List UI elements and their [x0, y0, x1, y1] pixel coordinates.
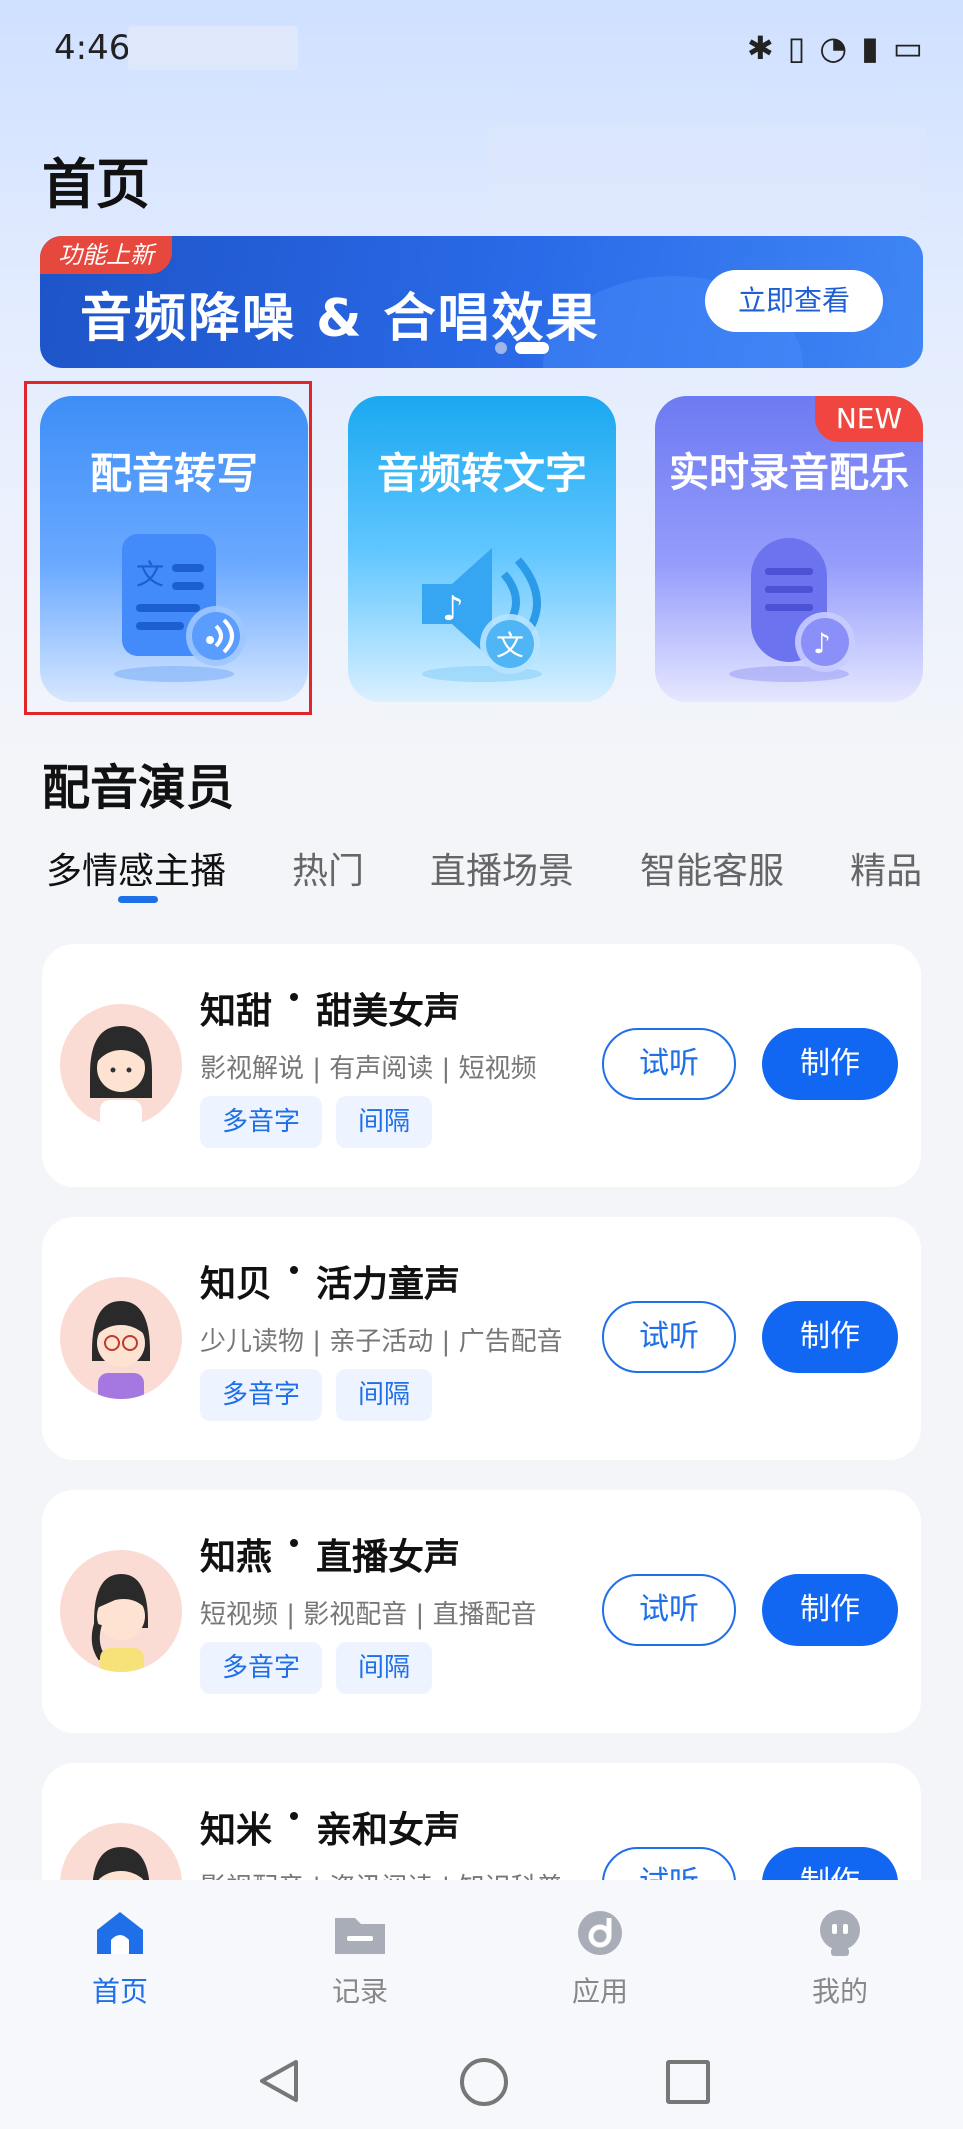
- tabbar-apps[interactable]: 应用: [480, 1880, 720, 2020]
- actor-description: 少儿读物 | 亲子活动 | 广告配音: [200, 1327, 563, 1357]
- folder-icon: [335, 1918, 385, 1954]
- actor-name: 知贝 活力童声: [200, 1264, 461, 1305]
- record-music-icon: ♪: [729, 538, 855, 682]
- tab-premium[interactable]: 精品: [850, 842, 922, 894]
- back-icon[interactable]: [256, 2058, 300, 2104]
- actor-description: 影视解说 | 有声阅读 | 短视频: [200, 1054, 537, 1084]
- tab-indicator: [118, 896, 158, 903]
- tag-polyphonic: 多音字: [200, 1369, 323, 1421]
- actor-name: 知燕 直播女声: [200, 1537, 461, 1578]
- profile-icon: [820, 1910, 860, 1956]
- tab-multi-emotion[interactable]: 多情感主播: [46, 842, 226, 894]
- new-badge: NEW: [815, 396, 923, 442]
- selection-highlight: [24, 381, 312, 715]
- avatar: [60, 1004, 182, 1126]
- tabbar-label: 记录: [331, 1975, 388, 2008]
- listen-button[interactable]: 试听: [602, 1028, 736, 1100]
- bluetooth-icon: ✱: [746, 29, 774, 67]
- tag-polyphonic: 多音字: [200, 1642, 323, 1694]
- banner-text: 音频降噪 & 合唱效果: [80, 289, 600, 349]
- actor-tags: 多音字 间隔: [200, 1642, 433, 1694]
- apps-icon: [578, 1911, 622, 1955]
- tab-live-scene[interactable]: 直播场景: [430, 842, 574, 894]
- tab-smart-service[interactable]: 智能客服: [640, 842, 784, 894]
- home-icon: [97, 1912, 143, 1954]
- svg-text:文: 文: [496, 629, 524, 662]
- tabbar-profile[interactable]: 我的: [720, 1880, 960, 2020]
- alert-icon: ▮: [861, 29, 879, 67]
- tab-popular[interactable]: 热门: [292, 842, 364, 894]
- status-redacted-area: [128, 26, 298, 70]
- page-title: 首页: [42, 153, 150, 216]
- actor-name: 知米 亲和女声: [200, 1810, 461, 1851]
- recent-apps-icon[interactable]: [666, 2060, 710, 2104]
- tabbar-home[interactable]: 首页: [0, 1880, 240, 2020]
- feature-record-music[interactable]: NEW 实时录音配乐 ♪: [655, 396, 923, 702]
- banner-pagination: [495, 342, 549, 354]
- tag-interval: 间隔: [336, 1642, 433, 1694]
- home-nav-icon[interactable]: [460, 2058, 508, 2106]
- svg-text:♪: ♪: [813, 627, 831, 660]
- banner-badge: 功能上新: [40, 236, 172, 274]
- make-button[interactable]: 制作: [762, 1574, 898, 1646]
- promo-banner[interactable]: 功能上新 音频降噪 & 合唱效果 立即查看: [40, 236, 923, 368]
- section-title-voice-actors: 配音演员: [42, 760, 235, 816]
- system-navigation: [0, 2040, 963, 2129]
- tag-polyphonic: 多音字: [200, 1096, 323, 1148]
- pagination-dot-active: [515, 342, 549, 354]
- avatar: [60, 1277, 182, 1399]
- actor-name: 知甜 甜美女声: [200, 991, 461, 1032]
- redacted-area: [488, 126, 926, 222]
- tabbar-label: 应用: [571, 1975, 628, 2008]
- tabbar-records[interactable]: 记录: [240, 1880, 480, 2020]
- tabbar-label: 首页: [91, 1975, 148, 2008]
- pagination-dot: [495, 342, 507, 354]
- actor-card[interactable]: 知贝 活力童声 少儿读物 | 亲子活动 | 广告配音 多音字 间隔 试听 制作: [42, 1217, 921, 1460]
- feature-audio-to-text[interactable]: 音频转文字 ♪ 文: [348, 396, 616, 702]
- view-now-button[interactable]: 立即查看: [705, 270, 883, 332]
- tag-interval: 间隔: [336, 1369, 433, 1421]
- svg-text:♪: ♪: [442, 589, 464, 629]
- status-icons: ✱ ▯ ◔ ▮ ▭: [747, 26, 923, 70]
- make-button[interactable]: 制作: [762, 1028, 898, 1100]
- battery-icon: ▭: [892, 29, 923, 67]
- actor-card[interactable]: 知燕 直播女声 短视频 | 影视配音 | 直播配音 多音字 间隔 试听 制作: [42, 1490, 921, 1733]
- bottom-tabbar: 首页 记录 应用 我的: [0, 1880, 963, 2020]
- wifi-icon: ◔: [819, 29, 848, 67]
- audio-to-text-icon: ♪ 文: [422, 548, 542, 682]
- status-bar: 4:46 ✱ ▯ ◔ ▮ ▭: [0, 0, 963, 96]
- actor-tags: 多音字 间隔: [200, 1369, 433, 1421]
- make-button[interactable]: 制作: [762, 1301, 898, 1373]
- listen-button[interactable]: 试听: [602, 1301, 736, 1373]
- vibrate-icon: ▯: [787, 29, 806, 67]
- actor-tags: 多音字 间隔: [200, 1096, 433, 1148]
- feature-title: 实时录音配乐: [669, 450, 909, 496]
- tabbar-label: 我的: [811, 1975, 868, 2008]
- feature-title: 音频转文字: [376, 449, 587, 498]
- tag-interval: 间隔: [336, 1096, 433, 1148]
- avatar: [60, 1550, 182, 1672]
- actor-description: 短视频 | 影视配音 | 直播配音: [200, 1600, 537, 1630]
- actor-card[interactable]: 知甜 甜美女声 影视解说 | 有声阅读 | 短视频 多音字 间隔 试听 制作: [42, 944, 921, 1187]
- category-tabs: 多情感主播 热门 直播场景 智能客服 精品: [0, 842, 923, 902]
- listen-button[interactable]: 试听: [602, 1574, 736, 1646]
- status-time: 4:46: [54, 28, 131, 68]
